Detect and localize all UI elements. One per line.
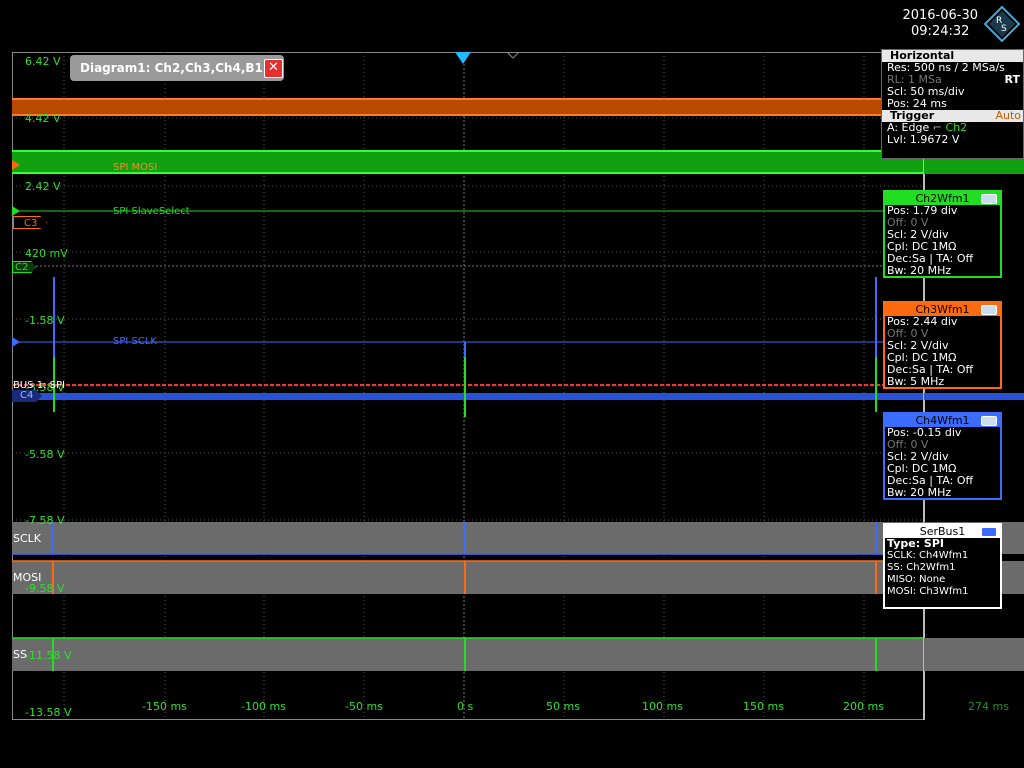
y-label: 4.42 V bbox=[25, 112, 61, 125]
ch4-level-arrow-icon[interactable] bbox=[12, 337, 20, 347]
rt-indicator: RT bbox=[1004, 73, 1020, 86]
rohde-schwarz-logo-icon: R S bbox=[984, 6, 1020, 42]
serbus-sclk: SCLK: Ch4Wfm1 bbox=[887, 550, 969, 561]
minimize-icon[interactable] bbox=[981, 305, 997, 315]
ch3-bw: Bw: 5 MHz bbox=[887, 375, 945, 388]
serbus-header: SerBus1 bbox=[885, 525, 1000, 538]
timestamp: 2016-06-30 09:24:32 bbox=[902, 8, 978, 40]
ch2-level-arrow-icon[interactable] bbox=[12, 206, 20, 216]
diagram-title: Diagram1: Ch2,Ch3,Ch4,B1 bbox=[80, 61, 263, 75]
x-label: -50 ms bbox=[345, 700, 383, 713]
bus-lane-mosi bbox=[12, 561, 1024, 594]
waveform-display bbox=[12, 52, 1024, 720]
trigger-position-icon[interactable] bbox=[455, 52, 471, 66]
trigger-level: Lvl: 1.9672 V bbox=[887, 133, 960, 146]
spi-mosi-label: SPI MOSI bbox=[113, 162, 158, 173]
bus1-label: BUS 1: SPI bbox=[13, 380, 65, 391]
spi-slaveselect-label: SPI SlaveSelect bbox=[113, 206, 190, 217]
bus-lane-ss bbox=[12, 638, 1024, 671]
ch2-header: Ch2Wfm1 bbox=[885, 192, 1000, 205]
ch3-header: Ch3Wfm1 bbox=[885, 303, 1000, 316]
ch4-waveform-band bbox=[12, 393, 1024, 400]
bus-lane-label-sclk: SCLK bbox=[13, 532, 42, 545]
time-text: 09:24:32 bbox=[911, 24, 970, 39]
bus-lane-label-mosi: MOSI bbox=[13, 571, 42, 584]
x-label: -100 ms bbox=[241, 700, 286, 713]
x-label: 150 ms bbox=[743, 700, 784, 713]
horizontal-trigger-panel[interactable]: Horizontal Res: 500 ns / 2 MSa/s RL: 1 M… bbox=[881, 49, 1024, 159]
y-label: -11.58 V bbox=[25, 649, 72, 662]
c3-marker[interactable]: C3 bbox=[13, 216, 47, 229]
bus-lane-label-ss: SS bbox=[13, 648, 27, 661]
y-label: -13.58 V bbox=[25, 706, 72, 719]
spi-sclk-label: SPI SCLK bbox=[113, 336, 157, 347]
svg-text:S: S bbox=[1001, 24, 1007, 34]
trigger-mode: Auto bbox=[995, 109, 1021, 122]
serbus-info-panel[interactable]: SerBus1 Type: SPI SCLK: Ch4Wfm1 SS: Ch2W… bbox=[883, 523, 1002, 609]
ch3-waveform-band bbox=[12, 98, 1024, 116]
ch4-info-panel[interactable]: Ch4Wfm1 Pos: -0.15 div Off: 0 V Scl: 2 V… bbox=[883, 412, 1002, 500]
bus-lane-sclk bbox=[12, 522, 1024, 554]
y-label: 6.42 V bbox=[25, 55, 61, 68]
x-label: 200 ms bbox=[843, 700, 884, 713]
x-label: 100 ms bbox=[642, 700, 683, 713]
date-text: 2016-06-30 bbox=[902, 8, 978, 23]
serbus-ss: SS: Ch2Wfm1 bbox=[887, 562, 956, 573]
close-icon[interactable]: ✕ bbox=[264, 59, 283, 78]
minimize-icon[interactable] bbox=[981, 194, 997, 204]
y-label: 2.42 V bbox=[25, 180, 61, 193]
minimize-icon[interactable] bbox=[981, 527, 997, 537]
ch2-waveform-band bbox=[12, 150, 1024, 174]
y-label: -7.58 V bbox=[25, 514, 65, 527]
x-label: -150 ms bbox=[142, 700, 187, 713]
ch3-level-arrow-icon[interactable] bbox=[12, 160, 20, 170]
y-label: 420 mV bbox=[25, 247, 68, 260]
reference-marker-icon bbox=[507, 52, 519, 59]
ch2-info-panel[interactable]: Ch2Wfm1 Pos: 1.79 div Off: 0 V Scl: 2 V/… bbox=[883, 190, 1002, 278]
ch3-info-panel[interactable]: Ch3Wfm1 Pos: 2.44 div Off: 0 V Scl: 2 V/… bbox=[883, 301, 1002, 389]
ch2-bw: Bw: 20 MHz bbox=[887, 264, 952, 277]
diagram-tab[interactable]: Diagram1: Ch2,Ch3,Ch4,B1 bbox=[70, 55, 284, 81]
x-label: 0 s bbox=[457, 700, 474, 713]
y-label: -1.58 V bbox=[25, 314, 65, 327]
ch4-header: Ch4Wfm1 bbox=[885, 414, 1000, 427]
ch4-bw: Bw: 20 MHz bbox=[887, 486, 952, 499]
x-label: 274 ms bbox=[968, 700, 1009, 713]
serbus-type: Type: SPI bbox=[887, 537, 945, 550]
c4-marker[interactable]: C4 bbox=[12, 390, 42, 402]
x-label: 50 ms bbox=[546, 700, 580, 713]
c2-marker[interactable]: C2 bbox=[12, 261, 36, 273]
serbus-miso: MISO: None bbox=[887, 574, 946, 585]
minimize-icon[interactable] bbox=[981, 416, 997, 426]
y-label: -5.58 V bbox=[25, 448, 65, 461]
serbus-mosi: MOSI: Ch3Wfm1 bbox=[887, 586, 969, 597]
